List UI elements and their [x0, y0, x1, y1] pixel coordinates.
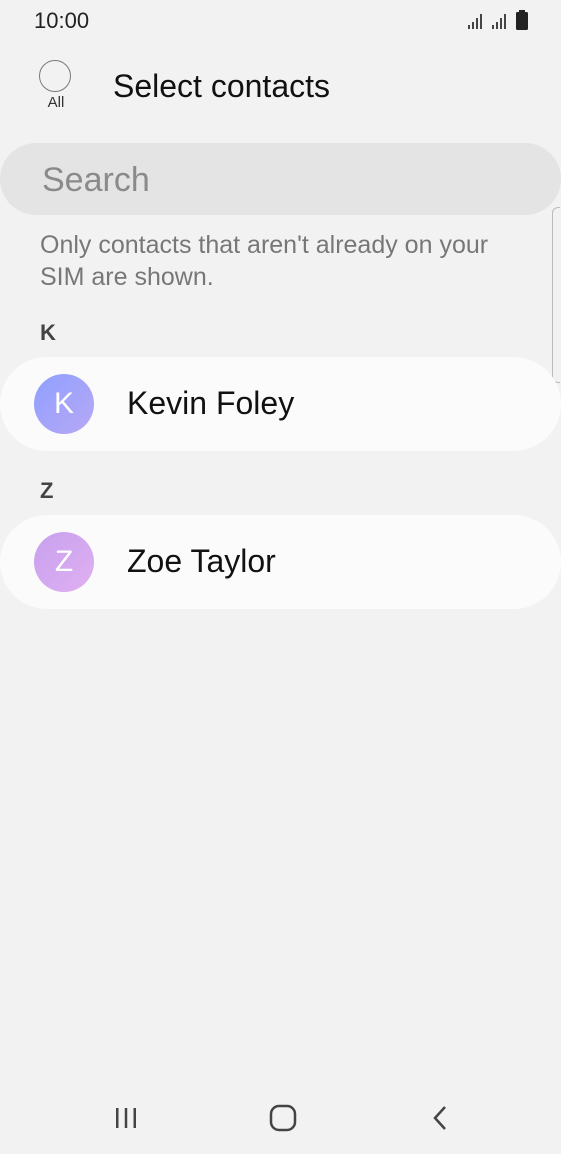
back-icon [433, 1106, 446, 1130]
avatar: K [34, 374, 94, 434]
contact-name: Zoe Taylor [127, 543, 276, 579]
select-all-checkbox[interactable]: All [38, 60, 76, 120]
sim-notice-text: Only contacts that aren't already on you… [40, 231, 489, 291]
contact-row-kevin-foley[interactable]: K Kevin Foley [0, 357, 561, 451]
search-input[interactable] [40, 143, 544, 217]
select-all-label: All [47, 94, 65, 111]
status-time: 10:00 [34, 8, 90, 33]
back-button[interactable] [410, 1098, 470, 1138]
recent-apps-button[interactable] [96, 1098, 156, 1138]
signal-icon [468, 14, 482, 29]
select-all-circle-icon[interactable] [39, 60, 71, 92]
signal-icon [492, 14, 506, 29]
status-icons [467, 10, 529, 30]
battery-icon [516, 10, 528, 30]
header: All Select contacts [0, 50, 561, 130]
section-header-k: K [40, 320, 56, 345]
scroll-indicator[interactable] [552, 207, 560, 383]
section-header-z: Z [40, 478, 54, 503]
contact-name: Kevin Foley [127, 385, 295, 421]
recent-apps-icon [116, 1108, 136, 1128]
search-box[interactable] [0, 143, 561, 217]
contact-row-zoe-taylor[interactable]: Z Zoe Taylor [0, 515, 561, 609]
avatar: Z [34, 532, 94, 592]
page-title: Select contacts [113, 68, 330, 104]
navigation-bar [0, 1080, 561, 1154]
home-icon [269, 1104, 297, 1132]
status-bar: 10:00 [0, 0, 561, 40]
home-button[interactable] [253, 1098, 313, 1138]
